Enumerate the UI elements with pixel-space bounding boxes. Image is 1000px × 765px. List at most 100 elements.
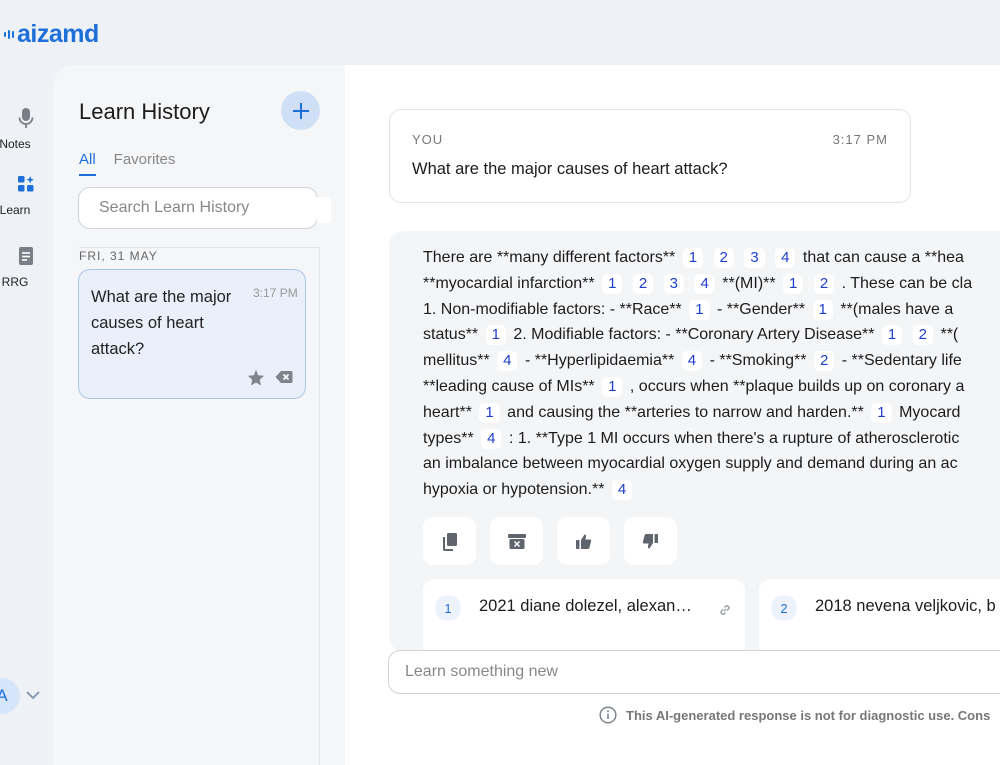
learn-input[interactable] bbox=[388, 650, 1000, 694]
microphone-icon bbox=[12, 104, 40, 132]
citation-chip[interactable]: 4 bbox=[481, 428, 502, 449]
thumbs-up-button[interactable] bbox=[557, 517, 610, 565]
citation-chip[interactable]: 2 bbox=[632, 273, 654, 294]
citation-chip[interactable]: 4 bbox=[497, 351, 518, 372]
new-learn-button[interactable] bbox=[281, 91, 320, 130]
user-message-label: YOU bbox=[412, 132, 444, 147]
document-icon bbox=[12, 242, 40, 270]
history-item-time: 3:17 PM bbox=[253, 286, 298, 300]
disclaimer: This AI-generated response is not for di… bbox=[599, 706, 990, 724]
answer-text-segment: - **Gender** bbox=[717, 300, 810, 318]
answer-text-segment: heart** bbox=[423, 403, 477, 421]
star-icon[interactable] bbox=[247, 369, 265, 391]
citation-chip[interactable]: 2 bbox=[813, 273, 835, 294]
nav-item-rrg[interactable]: RRG bbox=[0, 242, 52, 289]
source-card[interactable]: 2 2018 nevena veljkovic, b bbox=[759, 579, 1000, 651]
answer-line: types** 4 : 1. **Type 1 MI occurs when t… bbox=[423, 426, 1000, 452]
history-divider bbox=[79, 247, 319, 248]
copy-button[interactable] bbox=[423, 517, 476, 565]
citation-chip[interactable]: 1 bbox=[682, 248, 704, 268]
answer-text-segment: , occurs when **plaque builds up on coro… bbox=[629, 377, 965, 395]
answer-text-segment: - **Hyperlipidaemia** bbox=[524, 352, 679, 370]
answer-text-segment: 1. Non-modifiable factors: - **Race** bbox=[423, 300, 687, 318]
nav-label-notes: Notes bbox=[0, 137, 31, 151]
avatar-initial: A bbox=[0, 686, 8, 705]
user-message-time: 3:17 PM bbox=[832, 132, 888, 147]
citation-chip[interactable]: 1 bbox=[871, 402, 892, 423]
citation-chip[interactable]: 1 bbox=[602, 376, 623, 397]
answer-text-segment: . These can be cla bbox=[841, 274, 973, 292]
delete-icon[interactable] bbox=[275, 370, 293, 389]
user-question: What are the major causes of heart attac… bbox=[412, 160, 728, 178]
citation-chip[interactable]: 3 bbox=[744, 248, 765, 268]
answer-text-segment: **( bbox=[940, 326, 959, 344]
citation-chip[interactable]: 1 bbox=[812, 299, 833, 320]
source-title: 2021 diane dolezel, alexan… bbox=[479, 597, 692, 615]
citation-chip[interactable]: 1 bbox=[485, 325, 506, 346]
history-tabs: All Favorites bbox=[79, 151, 175, 176]
citation-chip[interactable]: 4 bbox=[611, 480, 633, 501]
archive-button[interactable] bbox=[490, 517, 543, 565]
answer-text-segment: hypoxia or hypotension.** bbox=[423, 481, 609, 499]
citation-chip[interactable]: 1 bbox=[783, 273, 804, 294]
source-number: 2 bbox=[771, 595, 797, 621]
thumbs-down-button[interactable] bbox=[624, 517, 677, 565]
answer-text-segment: There are **many different factors** bbox=[423, 249, 680, 266]
nav-item-learn[interactable]: Learn bbox=[0, 170, 52, 217]
thumbs-up-icon bbox=[576, 534, 592, 549]
search-history-input[interactable] bbox=[78, 187, 318, 229]
answer-line: **myocardial infarction** 1 2 3 4 **(MI)… bbox=[423, 271, 1000, 297]
nav-label-rrg: RRG bbox=[1, 275, 29, 289]
history-title: Learn History bbox=[79, 99, 210, 124]
tab-all[interactable]: All bbox=[79, 151, 96, 176]
answer-text-segment: an imbalance between myocardial oxygen s… bbox=[423, 455, 958, 473]
logo-text: aizamd bbox=[17, 20, 99, 48]
answer-text-segment: - **Smoking** bbox=[709, 352, 811, 370]
app-logo: aizamd bbox=[4, 20, 99, 49]
citation-chip[interactable]: 1 bbox=[689, 299, 710, 320]
answer-line: mellitus** 4 - **Hyperlipidaemia** 4 - *… bbox=[423, 348, 1000, 374]
link-icon[interactable] bbox=[719, 603, 731, 621]
ai-answer-text: There are **many different factors** 1 2… bbox=[423, 245, 1000, 503]
chevron-down-icon[interactable] bbox=[25, 688, 41, 706]
citation-chip[interactable]: 1 bbox=[479, 402, 500, 423]
tab-favorites[interactable]: Favorites bbox=[114, 151, 176, 176]
search-field-edge bbox=[317, 197, 331, 223]
avatar[interactable]: A bbox=[0, 678, 20, 714]
ai-answer-card: There are **many different factors** 1 2… bbox=[389, 231, 1000, 651]
citation-chip[interactable]: 1 bbox=[602, 273, 623, 294]
chat-area: YOU 3:17 PM What are the major causes of… bbox=[345, 65, 1000, 765]
citation-chip[interactable]: 1 bbox=[881, 325, 903, 346]
info-icon bbox=[599, 706, 617, 724]
answer-line: an imbalance between myocardial oxygen s… bbox=[423, 451, 1000, 477]
answer-text-segment: mellitus** bbox=[423, 352, 495, 370]
thumbs-down-icon bbox=[642, 533, 658, 548]
citation-chip[interactable]: 4 bbox=[775, 248, 796, 268]
history-item-text: What are the major causes of heart attac… bbox=[91, 288, 232, 358]
history-item[interactable]: What are the major causes of heart attac… bbox=[78, 269, 306, 399]
source-card[interactable]: 1 2021 diane dolezel, alexan… bbox=[423, 579, 745, 651]
citation-chip[interactable]: 4 bbox=[694, 273, 715, 294]
citation-chip[interactable]: 2 bbox=[912, 325, 934, 346]
answer-text-segment: **leading cause of MIs** bbox=[423, 377, 600, 395]
answer-line: heart** 1 and causing the **arteries to … bbox=[423, 400, 1000, 426]
source-number: 1 bbox=[435, 595, 461, 621]
citation-chip[interactable]: 2 bbox=[713, 248, 734, 268]
answer-line: status** 1 2. Modifiable factors: - **Co… bbox=[423, 322, 1000, 348]
citation-chip[interactable]: 3 bbox=[663, 273, 685, 294]
disclaimer-text: This AI-generated response is not for di… bbox=[626, 707, 991, 723]
answer-text-segment: **myocardial infarction** bbox=[423, 274, 600, 292]
nav-label-learn: Learn bbox=[0, 203, 31, 217]
nav-item-notes[interactable]: Notes bbox=[0, 104, 52, 151]
answer-text-segment: : 1. **Type 1 MI occurs when there's a r… bbox=[508, 429, 960, 447]
answer-actions bbox=[423, 517, 677, 565]
citation-chip[interactable]: 2 bbox=[813, 351, 835, 372]
date-group-label: FRI, 31 MAY bbox=[79, 249, 158, 263]
answer-text-segment: types** bbox=[423, 429, 479, 447]
answer-text-segment: Myocard bbox=[899, 403, 961, 421]
history-scrollbar[interactable] bbox=[319, 247, 320, 765]
user-message-card: YOU 3:17 PM What are the major causes of… bbox=[389, 109, 911, 203]
answer-line: hypoxia or hypotension.** 4 bbox=[423, 477, 1000, 503]
citation-chip[interactable]: 4 bbox=[681, 351, 703, 372]
answer-text-segment: status** bbox=[423, 326, 483, 344]
